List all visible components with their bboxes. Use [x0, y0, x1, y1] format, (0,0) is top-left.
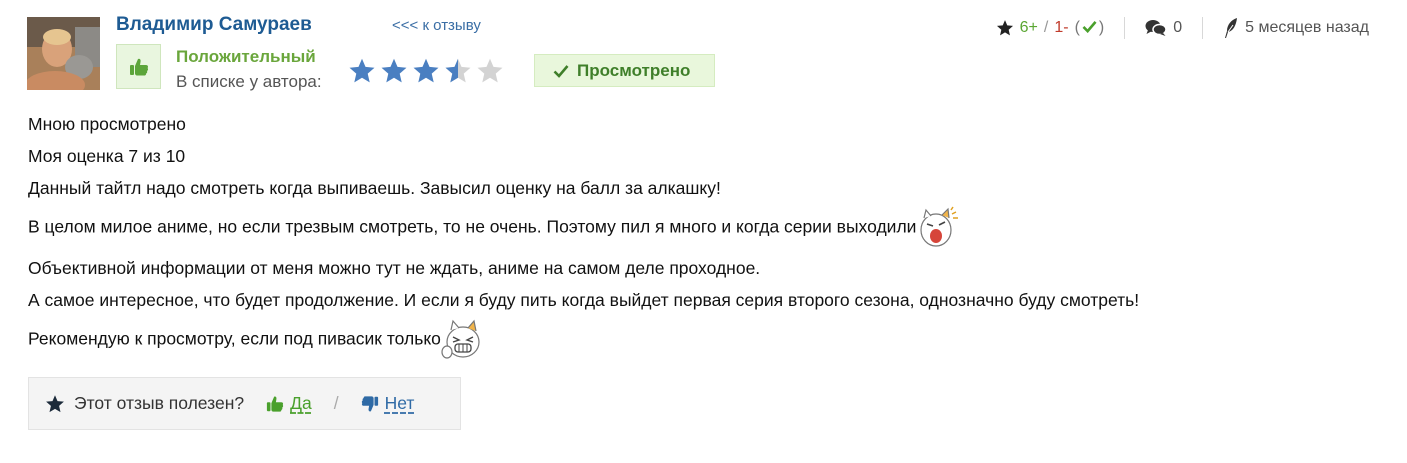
- status-badge: Просмотрено: [534, 54, 715, 87]
- author-list-label: В списке у автора:: [176, 72, 322, 91]
- author-name[interactable]: Владимир Самураев: [116, 14, 312, 36]
- helpful-question: Этот отзыв полезен?: [74, 393, 245, 413]
- user-avatar-photo: [27, 17, 100, 90]
- plus-votes: 6+: [1019, 19, 1038, 36]
- helpful-divider: /: [333, 393, 339, 413]
- review-line: Рекомендую к просмотру, если под пивасик…: [28, 328, 441, 349]
- review-line: Данный тайтл надо смотреть когда выпивае…: [28, 178, 721, 198]
- star-half-icon: [445, 58, 471, 83]
- meta-divider: [1124, 17, 1126, 39]
- comments-count-value: 0: [1173, 19, 1183, 36]
- review-line-with-emoji: В целом милое аниме, но если трезвым смо…: [28, 206, 1368, 250]
- comments-count[interactable]: 0: [1145, 19, 1182, 37]
- review-meta: 6+ / 1- () 0 5 месяцев назад: [996, 16, 1369, 40]
- check-icon: [1082, 21, 1097, 34]
- vote-score: 6+ / 1- (): [996, 19, 1105, 37]
- review-line: В целом милое аниме, но если трезвым смо…: [28, 216, 917, 237]
- verdict-label: Положительный: [176, 47, 316, 66]
- rating-stars: [348, 57, 504, 85]
- minus-votes: 1-: [1054, 19, 1069, 36]
- check-bracket: (): [1074, 19, 1105, 36]
- feather-icon: [1225, 18, 1238, 38]
- time-ago: 5 месяцев назад: [1245, 19, 1369, 36]
- back-to-review-link[interactable]: <<< к отзыву: [392, 17, 481, 34]
- review-line: А самое интересное, что будет продолжени…: [28, 290, 1140, 310]
- avatar[interactable]: [27, 17, 100, 90]
- thumbs-down-icon: [361, 395, 378, 411]
- helpful-poll: Этот отзыв полезен? Да / Нет: [28, 377, 461, 430]
- thumbs-up-icon: [266, 396, 284, 412]
- check-icon: [553, 64, 569, 78]
- review-line: Моя оценка 7 из 10: [28, 146, 186, 166]
- helpful-no-button[interactable]: Нет: [361, 393, 415, 414]
- helpful-yes-button[interactable]: Да: [266, 393, 312, 414]
- status-badge-label: Просмотрено: [577, 60, 691, 80]
- helpful-no-label: Нет: [384, 393, 415, 413]
- star-filled-icon: [349, 58, 375, 83]
- meta-divider: [1202, 17, 1204, 39]
- review-line: Объективной информации от меня можно тут…: [28, 258, 761, 278]
- comments-icon: [1145, 20, 1167, 36]
- review-line: Мною просмотрено: [28, 114, 186, 134]
- review-body: Мною просмотрено Моя оценка 7 из 10 Данн…: [28, 108, 1368, 362]
- helpful-yes-label: Да: [290, 393, 312, 413]
- crying-cat-emoji: [920, 206, 959, 247]
- star-filled-icon: [413, 58, 439, 83]
- star-empty-icon: [477, 58, 503, 83]
- review-line-with-emoji: Рекомендую к просмотру, если под пивасик…: [28, 318, 1368, 362]
- star-icon: [996, 20, 1013, 36]
- review-time: 5 месяцев назад: [1223, 17, 1369, 39]
- star-filled-icon: [381, 58, 407, 83]
- verdict-badge: [116, 44, 161, 89]
- thumbs-up-icon: [129, 58, 148, 75]
- vote-separator: /: [1043, 19, 1049, 36]
- laughing-cat-emoji: [441, 319, 480, 359]
- star-icon: [46, 394, 64, 412]
